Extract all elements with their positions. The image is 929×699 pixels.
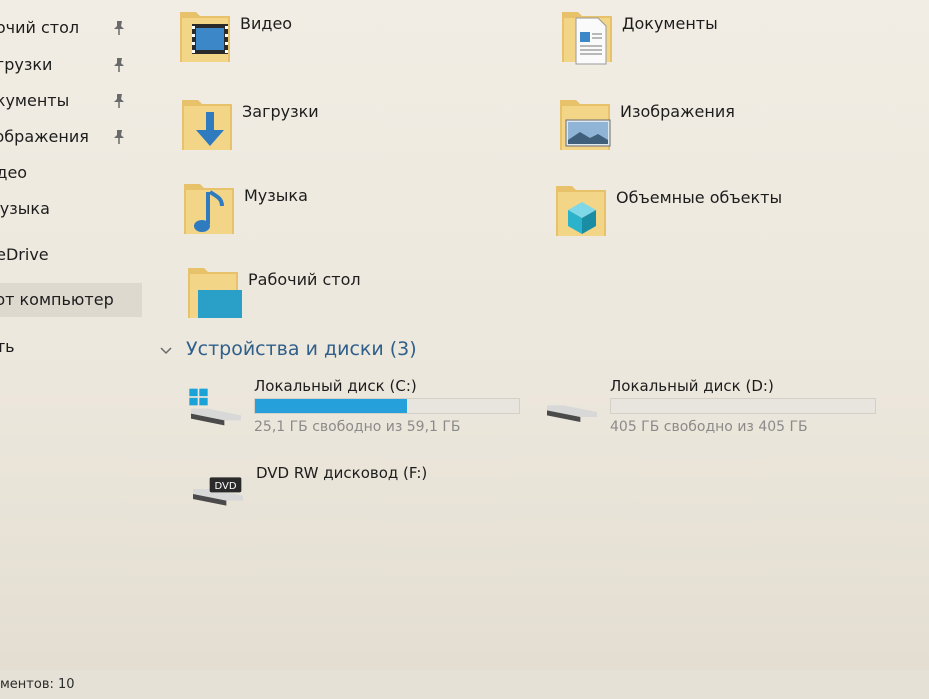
folder-video[interactable]: Видео: [178, 4, 478, 74]
sidebar-item-label: еть: [0, 337, 15, 356]
sidebar-item-documents[interactable]: окументы: [0, 84, 142, 118]
sidebar-item-label: neDrive: [0, 245, 49, 264]
folder-name: Загрузки: [242, 102, 319, 121]
pin-icon: [114, 130, 124, 144]
chevron-down-icon: [160, 346, 172, 354]
item-count: ементов: 10: [0, 677, 75, 692]
folder-name: Изображения: [620, 102, 735, 121]
sidebar-item-label: идео: [0, 163, 28, 182]
3d-objects-folder-icon: [556, 186, 606, 236]
drive-usage-bar: [610, 398, 876, 414]
folder-documents[interactable]: Документы: [560, 4, 860, 74]
pin-icon: [114, 58, 124, 72]
sidebar-item-label: тот компьютер: [0, 290, 114, 309]
sidebar-item-desktop[interactable]: бочий стол: [0, 11, 142, 45]
hard-drive-icon: [547, 405, 597, 422]
drive-name: Локальный диск (D:): [610, 377, 774, 395]
drive-free-space: 25,1 ГБ свободно из 59,1 ГБ: [254, 419, 461, 435]
drive-c[interactable]: Локальный диск (C:) 25,1 ГБ свободно из …: [184, 377, 524, 447]
drive-free-space: 405 ГБ свободно из 405 ГБ: [610, 419, 808, 435]
drive-name: Локальный диск (C:): [254, 377, 417, 395]
dvd-badge: DVD: [214, 481, 236, 492]
sidebar-item-label: Музыка: [0, 199, 50, 218]
devices-group-header[interactable]: Устройства и диски (3): [158, 338, 417, 364]
sidebar-item-label: бочий стол: [0, 18, 80, 37]
drive-f[interactable]: DVD DVD RW дисковод (F:): [186, 464, 446, 534]
status-bar: ементов: 10: [0, 670, 929, 699]
folder-name: Документы: [622, 14, 718, 33]
folder-3d-objects[interactable]: Объемные объекты: [554, 178, 854, 248]
music-folder-icon: [184, 184, 234, 234]
folder-pictures[interactable]: Изображения: [558, 92, 858, 162]
sidebar-item-downloads[interactable]: агрузки: [0, 48, 142, 82]
navigation-pane: бочий стол агрузки окументы зображения и…: [0, 0, 142, 670]
downloads-folder-icon: [182, 100, 232, 150]
sidebar-item-label: агрузки: [0, 55, 53, 74]
video-folder-icon: [180, 12, 230, 62]
folder-desktop[interactable]: Рабочий стол: [186, 260, 486, 330]
drive-name: DVD RW дисковод (F:): [256, 464, 428, 482]
folder-name: Объемные объекты: [616, 188, 783, 207]
file-explorer-window: бочий стол агрузки окументы зображения и…: [0, 0, 929, 699]
drive-usage-fill: [255, 399, 407, 413]
drive-d[interactable]: Локальный диск (D:) 405 ГБ свободно из 4…: [540, 377, 885, 447]
pictures-folder-icon: [560, 100, 611, 150]
pin-icon: [114, 21, 124, 35]
pin-icon: [114, 94, 124, 108]
sidebar-item-music[interactable]: Музыка: [0, 192, 142, 226]
sidebar-item-videos[interactable]: идео: [0, 156, 142, 190]
folder-name: Музыка: [244, 186, 308, 205]
sidebar-item-onedrive[interactable]: neDrive: [0, 238, 142, 272]
drive-usage-bar: [254, 398, 520, 414]
desktop-folder-icon: [188, 268, 242, 318]
folder-name: Рабочий стол: [248, 270, 361, 289]
group-header-label: Устройства и диски (3): [186, 338, 417, 360]
folder-downloads[interactable]: Загрузки: [180, 92, 480, 162]
dvd-drive-icon: DVD: [193, 477, 243, 506]
folder-name: Видео: [240, 14, 293, 33]
sidebar-item-pictures[interactable]: зображения: [0, 120, 142, 154]
sidebar-item-this-pc[interactable]: тот компьютер: [0, 283, 142, 317]
folder-music[interactable]: Музыка: [182, 176, 482, 246]
sidebar-item-label: зображения: [0, 127, 89, 146]
sidebar-item-network[interactable]: еть: [0, 330, 142, 364]
sidebar-item-label: окументы: [0, 91, 70, 110]
documents-folder-icon: [562, 12, 612, 65]
windows-drive-icon: [189, 388, 241, 426]
